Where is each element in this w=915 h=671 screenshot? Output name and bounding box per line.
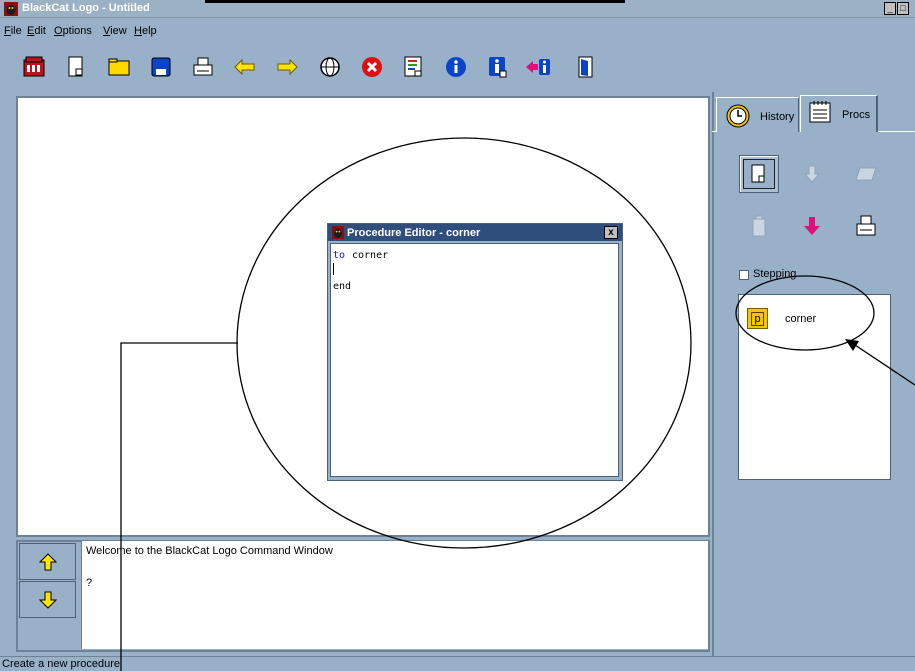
blackcat-app-icon: [4, 2, 18, 16]
tab-procs-label: Procs: [842, 109, 871, 121]
command-prompt: ?: [86, 577, 93, 589]
blackcat-logo-icon[interactable]: [21, 54, 47, 80]
editor-icon[interactable]: [401, 54, 427, 80]
clock-icon: [726, 104, 750, 128]
new-file-icon[interactable]: [63, 54, 89, 80]
trash-icon: [752, 215, 766, 237]
open-folder-icon[interactable]: [106, 54, 132, 80]
command-input[interactable]: Welcome to the BlackCat Logo Command Win…: [81, 541, 708, 649]
new-procedure-frame: [743, 159, 775, 189]
title-divider-line: [205, 0, 625, 3]
text-caret: [333, 263, 334, 275]
notepad-icon: [809, 101, 831, 123]
menu-file[interactable]: File: [4, 25, 22, 37]
exit-door-icon[interactable]: [573, 54, 599, 80]
new-file-icon: [751, 164, 765, 183]
import-icon[interactable]: [525, 54, 551, 80]
new-procedure-button[interactable]: [739, 155, 779, 193]
status-bar: Create a new procedure: [0, 656, 915, 671]
redo-icon[interactable]: [274, 54, 300, 80]
magenta-arrow-icon: [804, 217, 820, 235]
arrow-up-icon: [38, 552, 57, 570]
menu-help[interactable]: Help: [134, 25, 157, 37]
code-keyword-to: to: [333, 250, 346, 261]
export-procedure-button[interactable]: [792, 207, 832, 245]
menu-options[interactable]: Options: [54, 25, 92, 37]
tab-line: [878, 131, 915, 132]
down-arrow-icon: [804, 165, 820, 183]
save-icon[interactable]: [148, 54, 174, 80]
editor-text-area[interactable]: [330, 243, 619, 477]
code-procedure-name: corner: [352, 250, 389, 261]
stop-icon[interactable]: [359, 54, 385, 80]
undo-icon[interactable]: [232, 54, 258, 80]
info-doc-icon[interactable]: [485, 54, 511, 80]
editor-title: Procedure Editor - corner: [347, 227, 481, 239]
procedure-item-corner[interactable]: corner: [785, 313, 816, 325]
menu-view[interactable]: View: [103, 25, 127, 37]
print-icon[interactable]: [190, 54, 216, 80]
editor-close-button[interactable]: x: [604, 226, 618, 239]
erase-procedure-button[interactable]: [846, 155, 886, 193]
status-text: Create a new procedure: [2, 658, 121, 670]
minimize-button[interactable]: _: [884, 2, 896, 15]
arrow-down-icon: [38, 591, 57, 609]
maximize-button[interactable]: □: [897, 2, 909, 15]
eraser-icon: [855, 167, 877, 181]
import-procedure-button[interactable]: [792, 155, 832, 193]
delete-procedure-button[interactable]: [739, 207, 779, 245]
code-end: end: [333, 281, 352, 292]
procedure-icon[interactable]: p: [747, 308, 768, 329]
blackcat-app-icon: [332, 226, 344, 239]
tab-history[interactable]: History: [716, 97, 799, 132]
procedure-badge: p: [751, 311, 764, 326]
web-icon[interactable]: [317, 54, 343, 80]
toolbar: [0, 44, 915, 92]
welcome-message: Welcome to the BlackCat Logo Command Win…: [86, 545, 333, 557]
window-title: BlackCat Logo - Untitled: [22, 2, 150, 14]
stepping-checkbox[interactable]: [739, 270, 749, 280]
history-down-button[interactable]: [19, 581, 76, 618]
tab-history-label: History: [760, 111, 795, 123]
print-icon: [856, 215, 876, 236]
print-procedure-button[interactable]: [846, 207, 886, 245]
tab-procs[interactable]: Procs: [800, 95, 878, 132]
info-icon[interactable]: [443, 54, 469, 80]
menu-bar: File Edit Options View Help: [0, 18, 915, 44]
history-up-button[interactable]: [19, 543, 76, 580]
menu-edit[interactable]: Edit: [27, 25, 46, 37]
stepping-label: Stepping: [753, 268, 797, 280]
